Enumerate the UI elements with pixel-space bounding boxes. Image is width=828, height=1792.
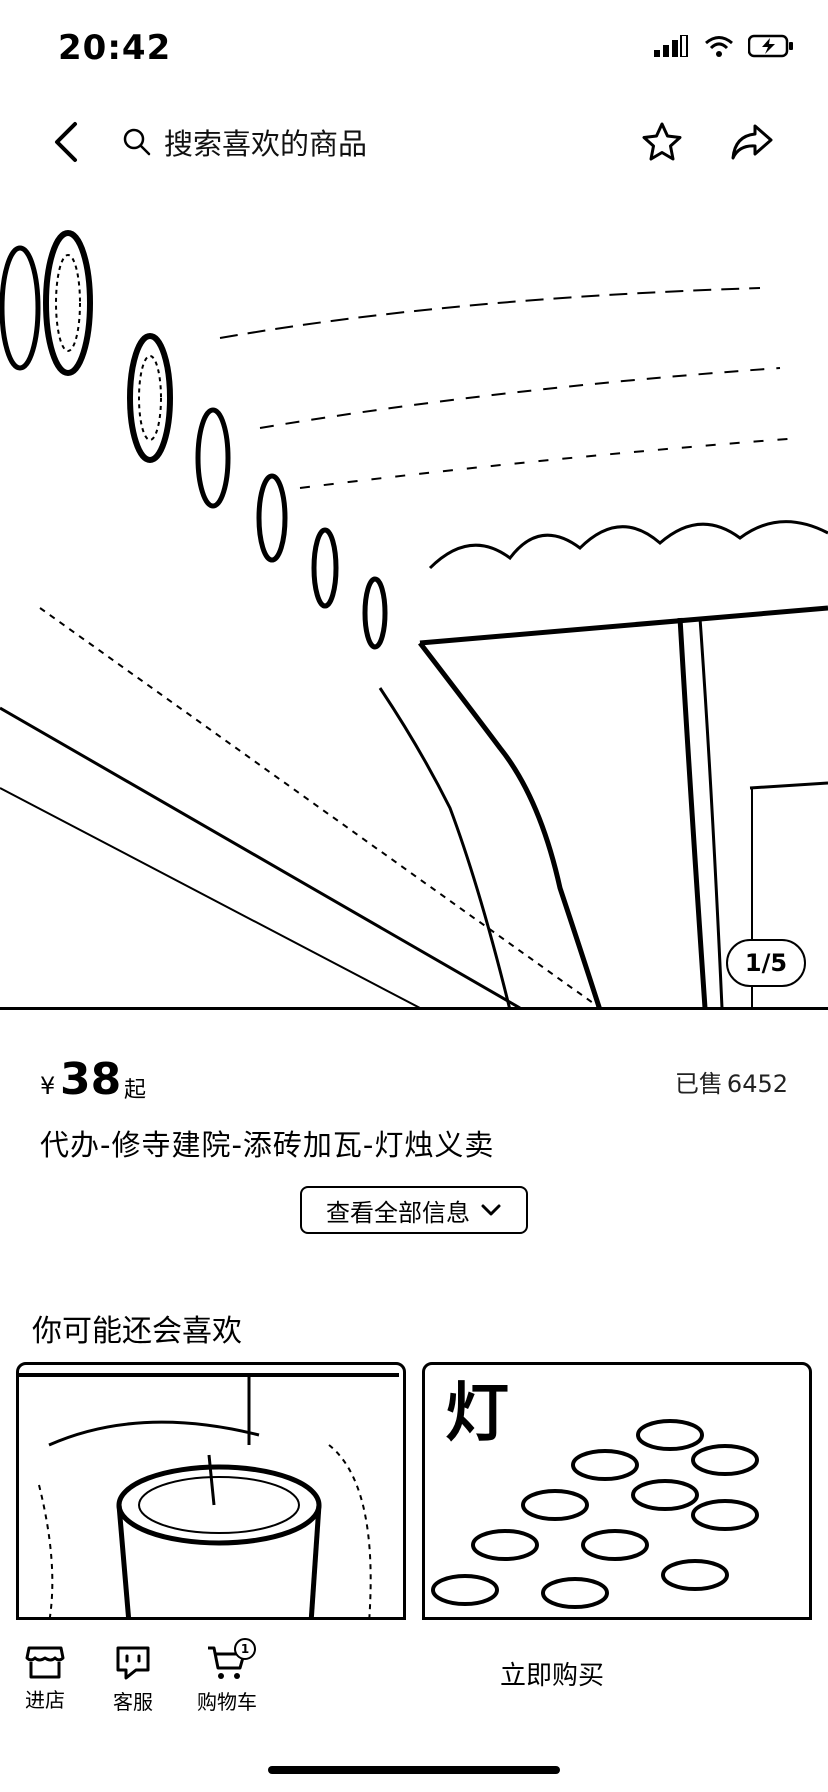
status-icons	[654, 34, 794, 58]
chevron-down-icon	[481, 1204, 501, 1216]
search-icon	[123, 128, 151, 156]
sold-count: 已售 6452	[675, 1064, 788, 1099]
chevron-left-icon	[55, 122, 77, 162]
chat-icon	[116, 1646, 150, 1680]
share-icon	[731, 124, 773, 160]
cart-badge: 1	[234, 1638, 256, 1660]
cart-button[interactable]: 1 购物车	[182, 1638, 272, 1715]
recommendation-image	[19, 1373, 399, 1617]
svg-text:灯: 灯	[445, 1376, 509, 1451]
price-row: ¥ 38 起 已售 6452	[40, 1050, 788, 1110]
status-time: 20:42	[58, 28, 172, 68]
service-label: 客服	[113, 1690, 153, 1714]
search-input[interactable]: 搜索喜欢的商品	[122, 116, 622, 168]
currency-symbol: ¥	[40, 1072, 56, 1100]
product-title: 代办-修寺建院-添砖加瓦-灯烛义卖	[40, 1128, 495, 1162]
buy-now-label: 立即购买	[499, 1660, 604, 1691]
cart-label: 购物车	[197, 1690, 257, 1714]
battery-icon	[748, 34, 793, 58]
back-button[interactable]	[40, 116, 92, 168]
buy-now-button[interactable]: 立即购买	[296, 1632, 808, 1714]
view-all-info-label: 查看全部信息	[326, 1198, 470, 1227]
signal-icon	[654, 35, 688, 57]
price-value: 38	[60, 1054, 122, 1105]
product-image-carousel[interactable]: 1/5	[0, 188, 828, 1010]
shop-button[interactable]: 进店	[0, 1644, 90, 1713]
favorite-button[interactable]	[636, 116, 688, 168]
sold-label: 已售	[674, 1070, 723, 1098]
view-all-info-button[interactable]: 查看全部信息	[300, 1186, 528, 1234]
product-image	[0, 230, 828, 1007]
status-bar: 20:42	[0, 0, 828, 96]
wifi-icon	[705, 36, 733, 57]
recommendation-card[interactable]	[16, 1362, 406, 1620]
recommendations-heading: 你可能还会喜欢	[32, 1314, 242, 1349]
recommendation-card[interactable]: 灯	[422, 1362, 812, 1620]
share-button[interactable]	[726, 116, 778, 168]
sold-number: 6452	[726, 1070, 788, 1098]
recommendation-image: 灯	[431, 1376, 759, 1609]
store-icon	[25, 1646, 65, 1679]
home-indicator[interactable]	[268, 1766, 560, 1774]
nav-bar: 搜索喜欢的商品	[0, 96, 828, 188]
customer-service-button[interactable]: 客服	[88, 1644, 178, 1715]
image-pager-indicator: 1/5	[726, 939, 806, 987]
price-suffix: 起	[124, 1078, 147, 1103]
search-placeholder: 搜索喜欢的商品	[164, 127, 368, 161]
shop-label: 进店	[25, 1688, 65, 1712]
bottom-toolbar: 进店 客服 1 购物车 立即购买	[0, 1620, 828, 1730]
star-icon	[642, 122, 682, 161]
